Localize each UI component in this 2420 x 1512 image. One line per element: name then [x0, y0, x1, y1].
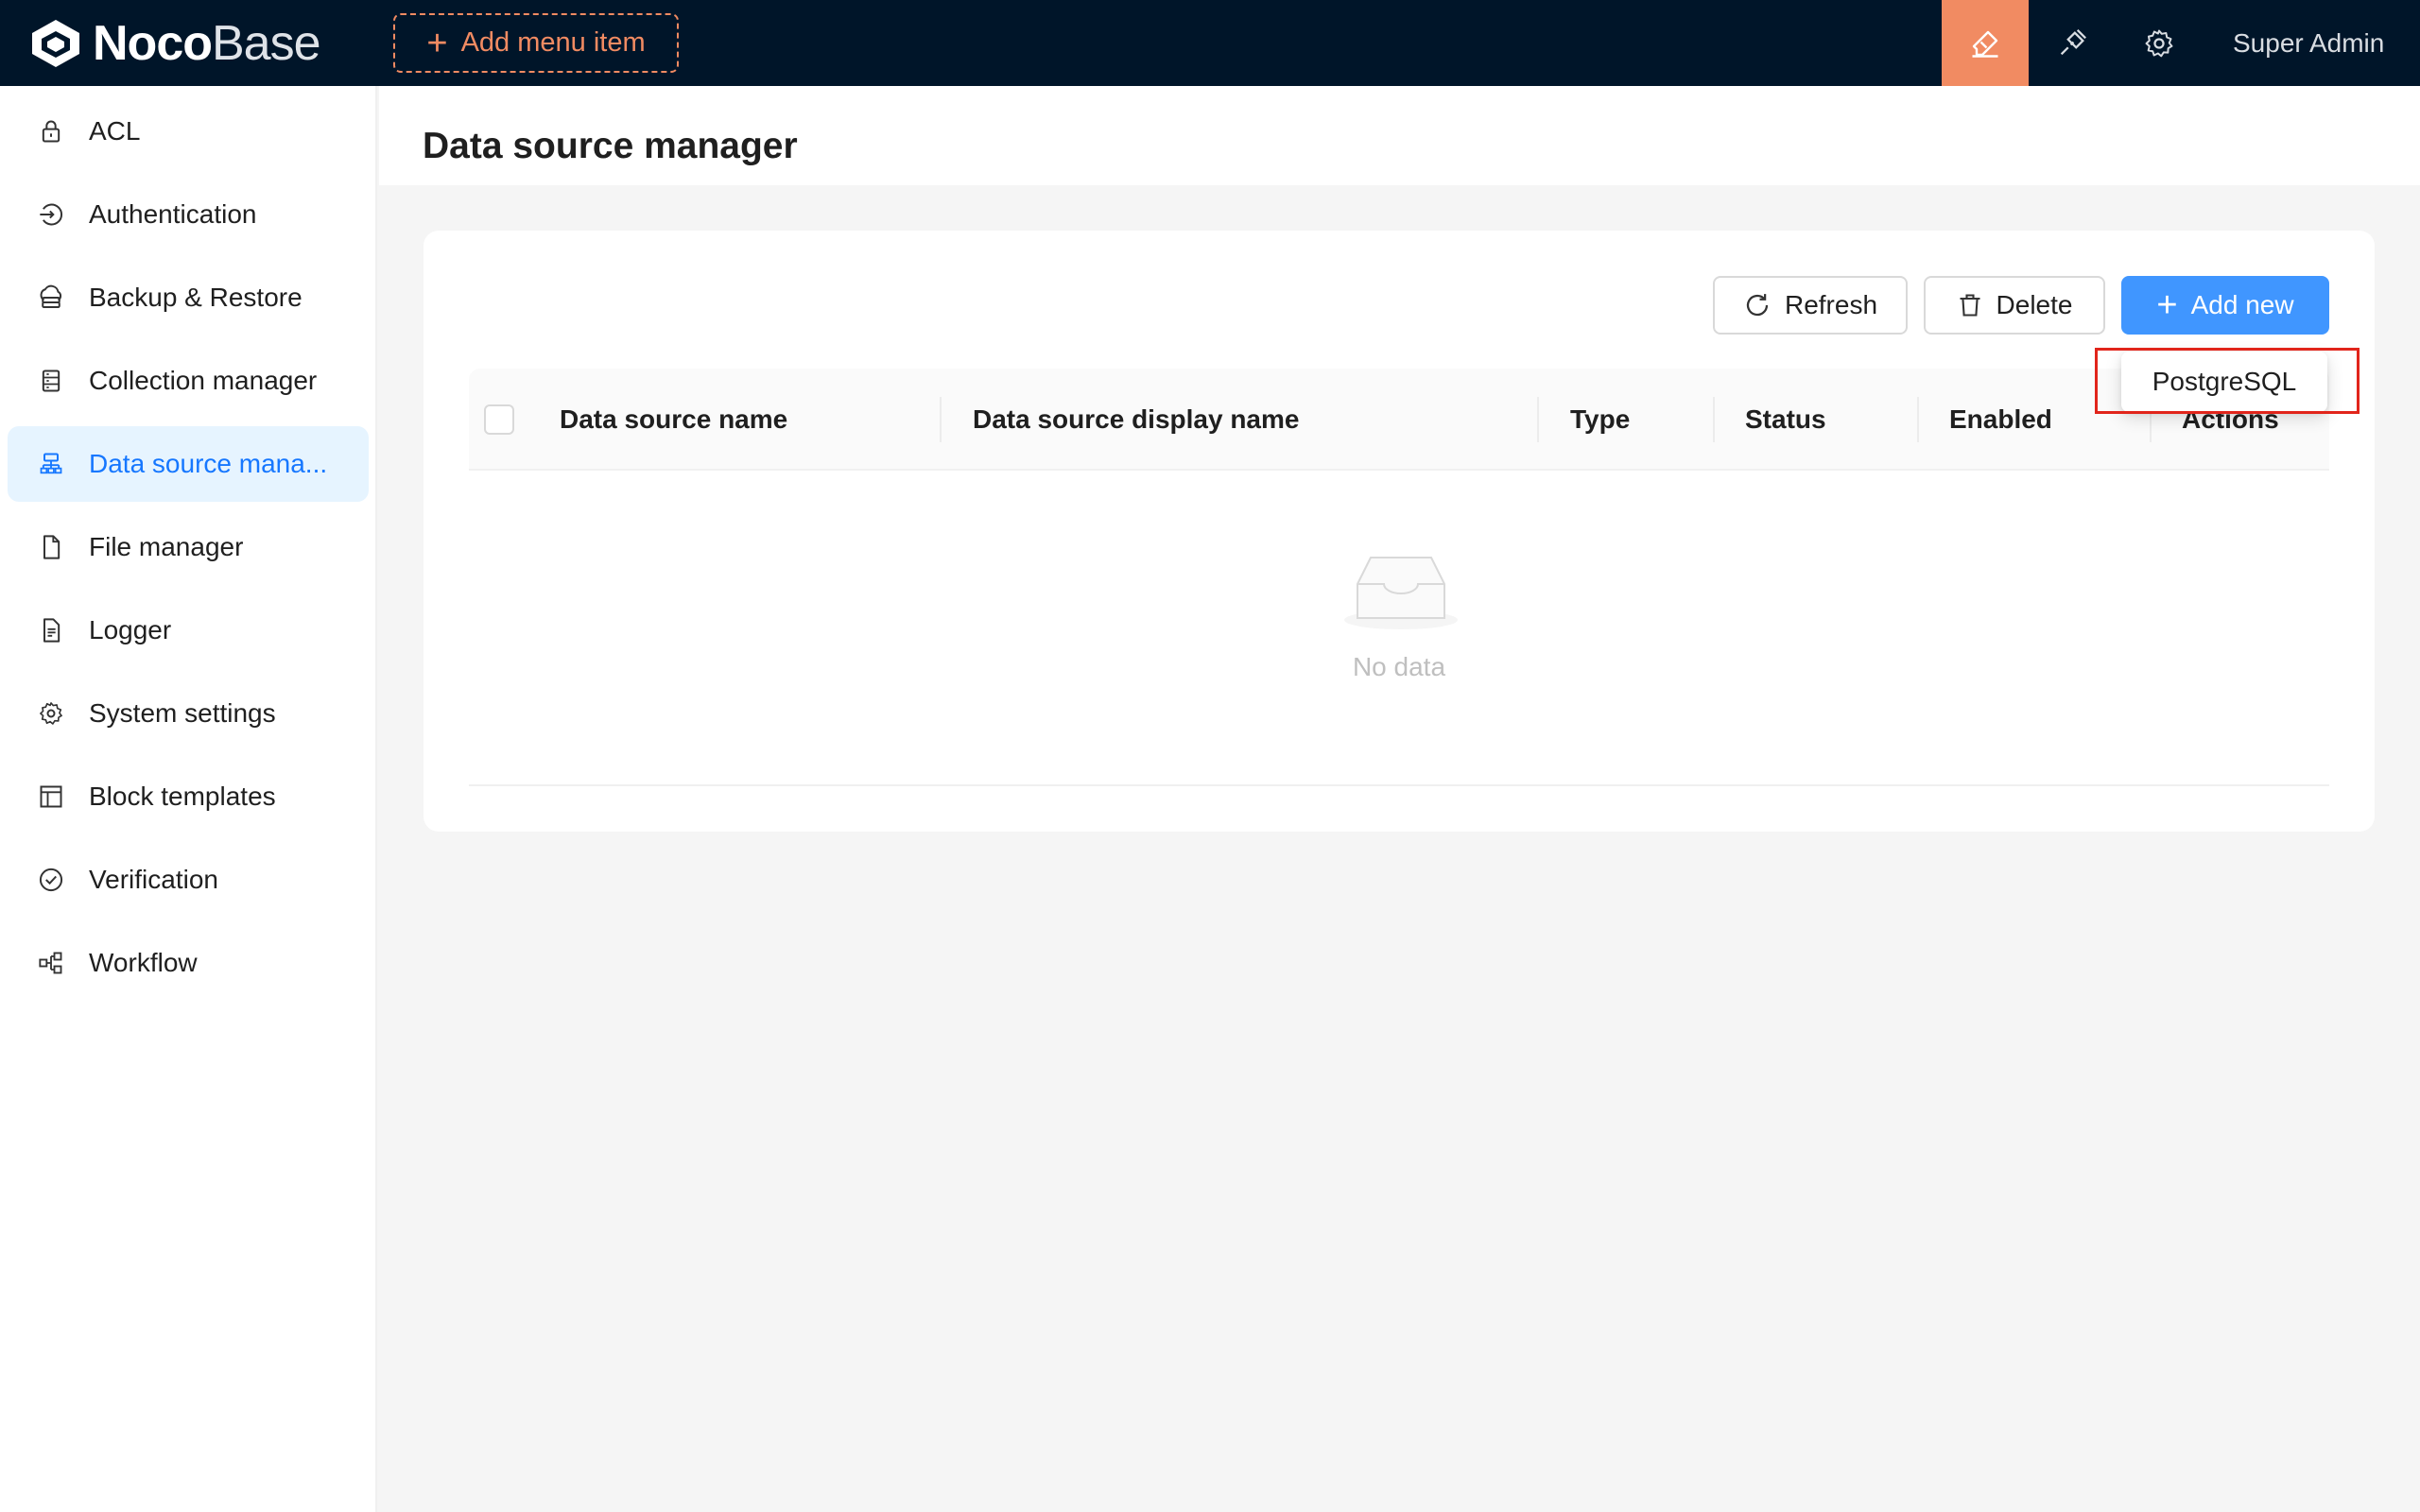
highlight-box [2095, 348, 2360, 414]
plus-icon: + [426, 23, 448, 63]
check-circle-icon [34, 863, 68, 897]
logo-icon [32, 20, 79, 67]
ui-editor-button[interactable] [1942, 0, 2029, 86]
sidebar-item-file-manager[interactable]: File manager [8, 509, 369, 585]
delete-button[interactable]: Delete [1924, 276, 2105, 335]
add-new-label: Add new [2190, 290, 2294, 319]
cluster-icon [34, 447, 68, 481]
data-source-card: Refresh Delete + Add new Data source nam… [424, 231, 2375, 832]
sidebar-item-label: Data source mana... [89, 449, 328, 478]
refresh-button[interactable]: Refresh [1713, 276, 1908, 335]
database-icon [34, 364, 68, 398]
inbox-icon [1344, 557, 1458, 629]
user-menu[interactable]: Super Admin [2233, 0, 2384, 86]
sidebar-item-label: Collection manager [89, 366, 318, 395]
column-divider [1713, 397, 1715, 442]
column-data-source-display-name: Data source display name [973, 404, 1300, 434]
sidebar: ACL Authentication Backup & Restore Coll… [0, 86, 377, 1512]
column-data-source-name: Data source name [560, 404, 788, 434]
sidebar-item-label: File manager [89, 532, 244, 561]
delete-icon [1960, 294, 1980, 317]
empty-text: No data [1352, 652, 1446, 681]
top-bar: NocoBase + Add menu item Super Admin [0, 0, 2420, 86]
column-divider [1537, 397, 1539, 442]
partition-icon [34, 946, 68, 980]
add-menu-item-button[interactable]: + Add menu item [393, 13, 679, 73]
sidebar-item-system-settings[interactable]: System settings [8, 676, 369, 751]
delete-label: Delete [1996, 290, 2073, 319]
logo-text: NocoBase [93, 16, 321, 71]
sidebar-item-block-templates[interactable]: Block templates [8, 759, 369, 834]
empty-state: No data [469, 471, 2329, 786]
sidebar-item-label: System settings [89, 698, 276, 728]
lock-icon [34, 114, 68, 148]
settings-button[interactable] [2116, 0, 2203, 86]
page-header: Data source manager [379, 86, 2420, 185]
sidebar-item-label: Verification [89, 865, 218, 894]
page-title: Data source manager [423, 126, 798, 166]
cloud-server-icon [34, 281, 68, 315]
column-type: Type [1570, 404, 1631, 434]
gear-icon [2145, 29, 2173, 57]
setting-icon [34, 696, 68, 730]
sidebar-item-logger[interactable]: Logger [8, 593, 369, 668]
sidebar-item-label: ACL [89, 116, 141, 146]
plus-icon: + [2156, 285, 2178, 325]
file-icon [34, 530, 68, 564]
plugin-manager-button[interactable] [2029, 0, 2116, 86]
column-enabled: Enabled [1949, 404, 2052, 434]
sidebar-item-authentication[interactable]: Authentication [8, 177, 369, 252]
sidebar-item-workflow[interactable]: Workflow [8, 925, 369, 1001]
sidebar-item-collection-manager[interactable]: Collection manager [8, 343, 369, 419]
file-text-icon [34, 613, 68, 647]
login-icon [34, 198, 68, 232]
table-header: Data source name Data source display nam… [469, 369, 2329, 471]
sidebar-item-label: Logger [89, 615, 172, 644]
add-menu-item-label: Add menu item [460, 27, 646, 58]
sidebar-item-verification[interactable]: Verification [8, 842, 369, 918]
sidebar-item-acl[interactable]: ACL [8, 94, 369, 169]
sidebar-item-label: Workflow [89, 948, 198, 977]
sidebar-item-label: Backup & Restore [89, 283, 302, 312]
sidebar-item-backup-restore[interactable]: Backup & Restore [8, 260, 369, 335]
refresh-label: Refresh [1784, 290, 1878, 319]
select-all-checkbox[interactable] [484, 404, 514, 435]
plug-icon [2060, 28, 2086, 55]
sidebar-item-label: Block templates [89, 782, 276, 811]
column-divider [1917, 397, 1919, 442]
reload-icon [1746, 294, 1769, 317]
logo[interactable]: NocoBase [28, 16, 321, 71]
column-divider [940, 397, 942, 442]
layout-icon [34, 780, 68, 814]
highlighter-icon [1972, 30, 1998, 58]
sidebar-item-data-source-manager[interactable]: Data source mana... [8, 426, 369, 502]
column-status: Status [1745, 404, 1826, 434]
add-new-button[interactable]: + Add new [2121, 276, 2329, 335]
sidebar-item-label: Authentication [89, 199, 257, 229]
